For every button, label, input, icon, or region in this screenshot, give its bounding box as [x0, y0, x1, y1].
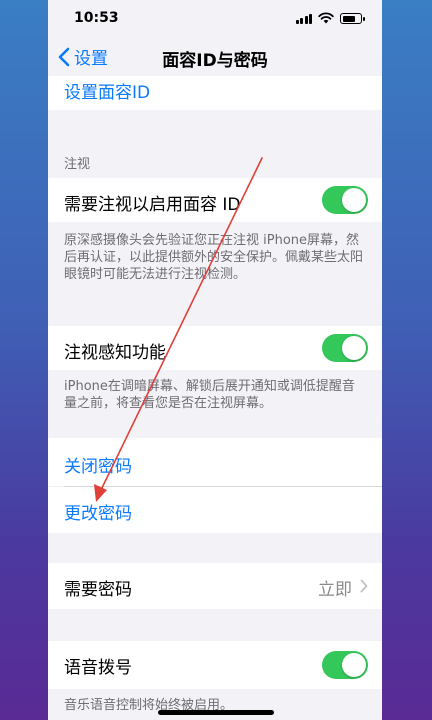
attention-aware-footer: iPhone在调暗屏幕、解锁后展开通知或调低提醒音量之前，将查看您是否在注视屏幕… — [64, 379, 355, 411]
page-title: 面容ID与密码 — [162, 51, 268, 71]
status-bar: 10:53 — [48, 0, 382, 40]
phone-screen: 10:53 设置 面容ID与密码 设置面容ID 注视 需要注视以启用面容 ID — [48, 0, 382, 720]
voice-dial-toggle[interactable] — [322, 651, 368, 679]
voice-dial-row: 语音拨号 — [48, 641, 382, 689]
home-indicator — [158, 710, 274, 715]
attention-aware-toggle[interactable] — [322, 334, 368, 362]
chevron-right-icon — [360, 579, 368, 593]
attention-section-header: 注视 — [64, 157, 91, 172]
voice-dial-label: 语音拨号 — [64, 658, 132, 678]
require-attention-footer: 原深感摄像头会先验证您正在注视 iPhone屏幕，然后再认证，以此提供额外的安全… — [64, 233, 364, 282]
setup-face-id-row[interactable]: 设置面容ID — [48, 76, 382, 110]
require-passcode-label: 需要密码 — [64, 580, 132, 600]
require-passcode-value: 立即 — [318, 580, 352, 600]
attention-aware-row: 注视感知功能 — [48, 326, 382, 370]
status-time: 10:53 — [74, 10, 119, 26]
change-passcode-row[interactable]: 更改密码 — [48, 487, 382, 533]
require-passcode-row[interactable]: 需要密码 立即 — [48, 563, 382, 609]
require-attention-label: 需要注视以启用面容 ID — [64, 195, 241, 215]
turn-off-passcode-row[interactable]: 关闭密码 — [48, 438, 382, 486]
turn-off-passcode-label: 关闭密码 — [64, 457, 132, 477]
require-attention-toggle[interactable] — [322, 186, 368, 214]
status-icons — [295, 12, 365, 24]
attention-aware-label: 注视感知功能 — [64, 343, 166, 363]
signal-icon — [295, 13, 312, 24]
change-passcode-label: 更改密码 — [64, 504, 132, 524]
wifi-icon — [318, 12, 334, 24]
battery-icon — [340, 13, 365, 24]
require-attention-row: 需要注视以启用面容 ID — [48, 178, 382, 222]
nav-bar: 设置 面容ID与密码 — [48, 40, 382, 76]
setup-face-id-label: 设置面容ID — [64, 83, 151, 103]
